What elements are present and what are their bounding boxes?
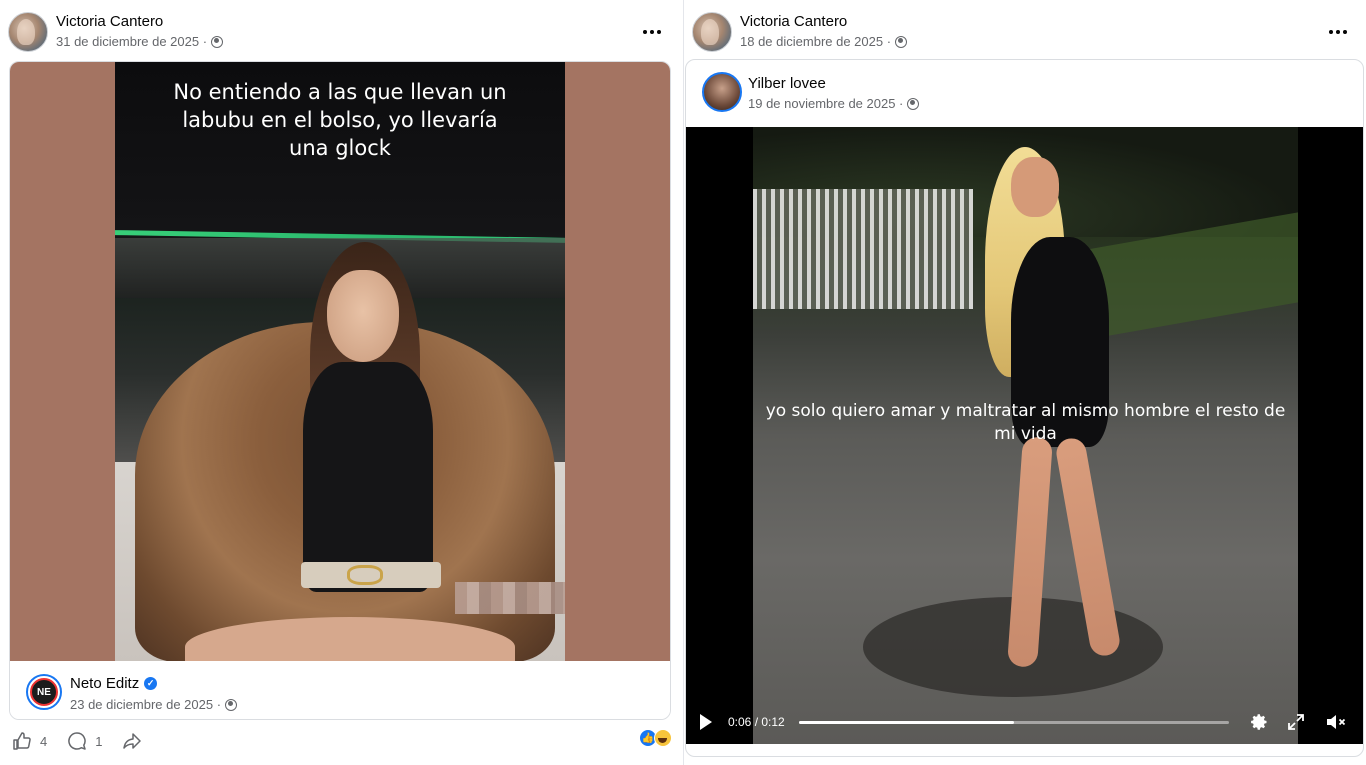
video-time: 0:06 / 0:12 <box>728 715 785 729</box>
globe-icon <box>907 97 920 110</box>
shared-avatar-logo: NE <box>30 678 58 706</box>
share-icon <box>122 731 142 751</box>
post-media[interactable]: No entiendo a las que llevan un labubu e… <box>10 62 670 661</box>
globe-icon <box>225 698 238 711</box>
shared-author-name-row: Neto Editz ✓ <box>70 675 158 692</box>
pixelated-area <box>455 582 565 614</box>
share-button[interactable] <box>122 731 142 751</box>
shared-author-name[interactable]: Yilber lovee <box>748 75 826 92</box>
post-date[interactable]: 18 de diciembre de 2025 · <box>740 34 891 49</box>
globe-icon <box>895 35 908 48</box>
shared-post-meta: 19 de noviembre de 2025 · <box>748 96 920 111</box>
post-date[interactable]: 31 de diciembre de 2025 · <box>56 34 207 49</box>
more-icon-dot <box>657 30 661 34</box>
mute-icon[interactable] <box>1325 712 1347 732</box>
shared-post-meta: 23 de diciembre de 2025 · <box>70 697 238 712</box>
verified-badge-icon: ✓ <box>144 677 158 690</box>
fullscreen-icon[interactable] <box>1287 713 1305 731</box>
shared-author-avatar[interactable]: NE <box>26 674 62 710</box>
video-caption: yo solo quiero amar y maltratar al mismo… <box>765 401 1286 444</box>
more-icon-dot <box>650 30 654 34</box>
black-top <box>303 362 433 592</box>
video-frame: yo solo quiero amar y maltratar al mismo… <box>753 127 1298 744</box>
shared-post-header: Yilber lovee 19 de noviembre de 2025 · <box>686 60 1363 126</box>
post-meta: 31 de diciembre de 2025 · <box>56 34 224 49</box>
post-header: Victoria Cantero 31 de diciembre de 2025… <box>8 10 672 54</box>
progress-fill <box>798 720 1014 724</box>
author-name[interactable]: Victoria Cantero <box>56 13 163 30</box>
post-right: Victoria Cantero 18 de diciembre de 2025… <box>683 0 1366 765</box>
shared-post-card[interactable]: Yilber lovee 19 de noviembre de 2025 · y… <box>685 59 1364 757</box>
shared-author-name[interactable]: Neto Editz <box>70 675 139 692</box>
face <box>327 270 399 362</box>
like-count: 4 <box>40 733 48 749</box>
globe-icon <box>211 35 224 48</box>
white-fence <box>753 189 973 309</box>
belt-buckle <box>347 565 383 585</box>
post-meta: 18 de diciembre de 2025 · <box>740 34 908 49</box>
face <box>1011 157 1059 217</box>
shared-post-date[interactable]: 19 de noviembre de 2025 · <box>748 96 903 111</box>
shared-post-card[interactable]: No entiendo a las que llevan un labubu e… <box>9 61 671 720</box>
more-options-button[interactable] <box>638 18 666 46</box>
media-caption: No entiendo a las que llevan un labubu e… <box>173 80 507 160</box>
more-icon-dot <box>643 30 647 34</box>
play-icon[interactable] <box>700 714 712 730</box>
media-image: No entiendo a las que llevan un labubu e… <box>115 62 565 661</box>
reaction-haha-icon <box>654 729 672 747</box>
post-header: Victoria Cantero 18 de diciembre de 2025… <box>692 10 1358 54</box>
shared-author-avatar[interactable] <box>702 72 742 112</box>
author-name[interactable]: Victoria Cantero <box>740 13 847 30</box>
more-options-button[interactable] <box>1324 18 1352 46</box>
video-player[interactable]: yo solo quiero amar y maltratar al mismo… <box>686 127 1363 744</box>
post-left: Victoria Cantero 31 de diciembre de 2025… <box>0 0 680 765</box>
author-avatar[interactable] <box>692 12 732 52</box>
more-icon-dot <box>1343 30 1347 34</box>
progress-bar[interactable] <box>798 720 1229 724</box>
video-controls: 0:06 / 0:12 <box>686 700 1363 744</box>
comment-icon <box>67 731 87 751</box>
more-icon-dot <box>1329 30 1333 34</box>
more-icon-dot <box>1336 30 1340 34</box>
author-avatar[interactable] <box>8 12 48 52</box>
reaction-summary[interactable]: 👍 <box>639 729 672 747</box>
comment-button[interactable]: 1 <box>67 731 102 751</box>
shared-post-date[interactable]: 23 de diciembre de 2025 · <box>70 697 221 712</box>
thumbs-up-icon <box>12 731 32 751</box>
action-bar: 4 1 👍 <box>12 729 672 753</box>
comment-count: 1 <box>95 733 103 749</box>
gear-icon[interactable] <box>1249 712 1269 732</box>
shared-post-footer: NE Neto Editz ✓ 23 de diciembre de 2025 … <box>10 661 670 719</box>
like-button[interactable]: 4 <box>12 731 47 751</box>
